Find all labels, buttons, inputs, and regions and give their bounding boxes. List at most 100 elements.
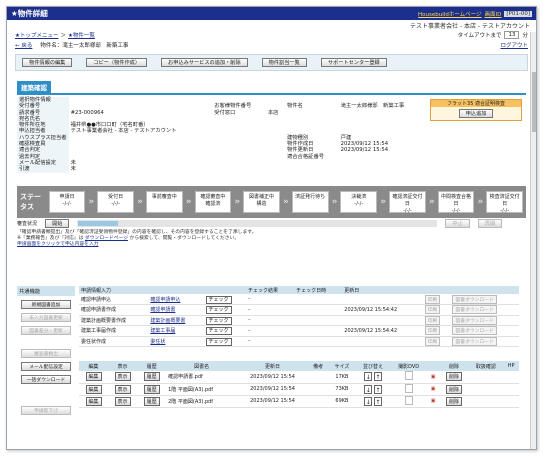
support-register-button[interactable]: サポートセンター登録: [320, 58, 387, 67]
application-link[interactable]: 委任状: [150, 339, 165, 345]
print-button[interactable]: 印刷: [424, 326, 441, 336]
checkbox[interactable]: [404, 371, 413, 381]
file-col-header: 更新日: [237, 361, 308, 371]
info-label: 引渡: [17, 166, 69, 173]
withdraw-application-button[interactable]: 申請取下げ: [21, 406, 71, 415]
check-button[interactable]: チェック: [205, 295, 232, 304]
check-button[interactable]: チェック: [205, 306, 232, 315]
file-delete-button[interactable]: 削除: [445, 372, 462, 382]
scrollbar-thumb[interactable]: [532, 72, 536, 132]
breadcrumb: ★トップメニュー ＞ ★物件一覧 タイムアウトまで 13 分: [15, 31, 528, 39]
move-down-icon[interactable]: ↓: [364, 384, 373, 394]
print-button[interactable]: 印刷: [424, 294, 441, 304]
home-link[interactable]: Housebuildホームページ: [418, 10, 482, 18]
application-link[interactable]: 建築計画概要書: [150, 318, 185, 324]
file-view-button[interactable]: 表示: [114, 372, 131, 382]
chevron-right-icon: »: [137, 197, 143, 207]
flat35-panel: フラット35 適合証明検査 申込追加: [430, 99, 522, 121]
document-download-button[interactable]: 図書ダウンロード: [452, 305, 497, 315]
check-button[interactable]: チェック: [205, 337, 232, 346]
file-edit-button[interactable]: 編集: [85, 396, 102, 406]
application-name: 建築計画概要書作成: [79, 315, 149, 326]
application-link[interactable]: 確認申請書: [150, 307, 175, 313]
file-view-button[interactable]: 表示: [114, 384, 131, 394]
info-value: [339, 166, 427, 172]
page-code: [P01-00]: [504, 10, 532, 17]
progress-label: 審査状況: [17, 221, 38, 227]
check-button[interactable]: チェック: [205, 327, 232, 336]
print-button[interactable]: 印刷: [424, 305, 441, 315]
application-link[interactable]: 建築工事届: [150, 328, 175, 334]
checkbox[interactable]: [404, 383, 413, 393]
progress-stop-button[interactable]: 中止: [445, 219, 470, 228]
mail-settings-button[interactable]: メール配信設定: [21, 362, 71, 371]
file-delete-button[interactable]: 削除: [445, 384, 462, 394]
application-list-button[interactable]: 物件割当一覧: [261, 58, 307, 67]
file-col-header: 履歴: [137, 361, 167, 371]
file-history-button[interactable]: 履歴: [143, 396, 160, 406]
check-result: –: [246, 315, 295, 326]
file-delete-button[interactable]: 削除: [445, 396, 462, 406]
chevron-right-icon: »: [88, 197, 95, 207]
progress-resume-button[interactable]: 再開: [477, 219, 503, 228]
document-diff-button[interactable]: 図書差分・更新: [21, 326, 71, 335]
bulk-download-button[interactable]: 一括ダウンロード: [21, 375, 71, 384]
document-download-button[interactable]: 図書ダウンロード: [452, 336, 497, 346]
edit-property-button[interactable]: 物件情報の編集: [22, 58, 73, 67]
document-download-button[interactable]: 図書ダウンロード: [452, 326, 497, 336]
application-link[interactable]: 確認申請申込: [150, 297, 180, 303]
logout-link[interactable]: ログアウト: [500, 41, 528, 49]
print-button[interactable]: 印刷: [424, 336, 441, 346]
progress-start-button[interactable]: 開始: [45, 219, 70, 228]
file-date: 2023/09/12 15:54: [237, 395, 308, 408]
move-up-icon[interactable]: ↑: [373, 384, 382, 394]
review-documents-button[interactable]: 審査書類出: [21, 349, 71, 358]
document-download-button[interactable]: 図書ダウンロード: [452, 315, 497, 325]
move-down-icon[interactable]: ↓: [364, 396, 373, 406]
add-new-document-button[interactable]: 新規図書追加: [21, 300, 71, 309]
move-up-icon[interactable]: ↑: [373, 396, 382, 406]
application-input-link[interactable]: 申請画面をクリックで申込内容を入力: [17, 242, 99, 247]
flat35-add-button[interactable]: 申込追加: [458, 109, 494, 118]
file-edit-button[interactable]: 編集: [85, 384, 102, 394]
timeout-value: 13: [504, 31, 520, 39]
file-history-button[interactable]: 履歴: [143, 372, 160, 382]
section-title: 建築確認: [17, 81, 51, 93]
file-col-header: 取扱確認: [468, 361, 504, 371]
status-stage-value: -/-/-: [62, 201, 72, 207]
file-col-header: 撮影DVD: [390, 361, 427, 371]
back-link[interactable]: ← 戻る: [15, 41, 32, 49]
file-edit-button[interactable]: 編集: [85, 372, 102, 382]
help-link[interactable]: 画面ID: [485, 10, 502, 18]
file-history-button[interactable]: 履歴: [143, 384, 160, 394]
update-unentered-button[interactable]: 未入力図書更新: [21, 313, 71, 322]
pdf-icon: ▣: [430, 386, 436, 392]
timeout-unit: 分: [522, 33, 528, 39]
status-bar: ステータス 申請日 -/-/-» 受付日 -/-/-» 事前審査中» 確認審査中 確認済» 図…: [17, 186, 526, 218]
col-check-result: チェック結果: [246, 286, 295, 294]
property-info-table: 選択物件情報 受付番号 お客様物件番号 物件名 滝主一太郎様邸 新築工事 請求番号 #23-…: [17, 97, 427, 173]
scrollbar[interactable]: [530, 32, 536, 449]
checkbox[interactable]: [404, 395, 413, 405]
document-download-button[interactable]: 図書ダウンロード: [452, 294, 497, 304]
file-row: 編集 表示 履歴 確認申請書.pdf 2023/09/12 15:54 17KB…: [79, 371, 519, 384]
file-view-button[interactable]: 表示: [114, 396, 131, 406]
window-titlebar: ★物件詳細 Housebuildホームページ 画面ID [P01-00]: [7, 7, 536, 20]
print-button[interactable]: 印刷: [424, 315, 441, 325]
add-service-button[interactable]: お申込みサービスの追加・削除: [161, 58, 248, 67]
move-up-icon[interactable]: ↑: [373, 372, 382, 382]
check-button[interactable]: チェック: [205, 316, 232, 325]
file-row: 編集 表示 履歴 1階 平面図(A3).pdf 2023/09/12 15:54…: [79, 383, 519, 396]
move-down-icon[interactable]: ↓: [364, 372, 373, 382]
file-table: 編集 表示 履歴 図書名 更新日 備考 サイズ 並び替え 撮影DVD 削除 取扱確認 HP 編集 表示…: [79, 361, 519, 408]
copy-property-button[interactable]: コピー（物件作成）: [86, 58, 148, 67]
application-table: 申請情報入力 チェック結果 チェック日時 更新日 確認申請申込 確認申請申込 チ…: [79, 286, 519, 347]
property-list-link[interactable]: ★物件一覧: [68, 31, 95, 39]
info-label: [212, 166, 266, 172]
application-name: 確認申請書作成: [79, 304, 149, 316]
download-page-link[interactable]: ダウンロードページ: [85, 236, 128, 241]
top-menu-link[interactable]: ★トップメニュー: [15, 31, 58, 39]
status-stage: 済証発行待ち: [291, 191, 329, 213]
property-header: ← 戻る 物件名：滝主一太郎様邸 新築工事 ログアウト: [7, 40, 536, 50]
info-value: [266, 166, 285, 172]
